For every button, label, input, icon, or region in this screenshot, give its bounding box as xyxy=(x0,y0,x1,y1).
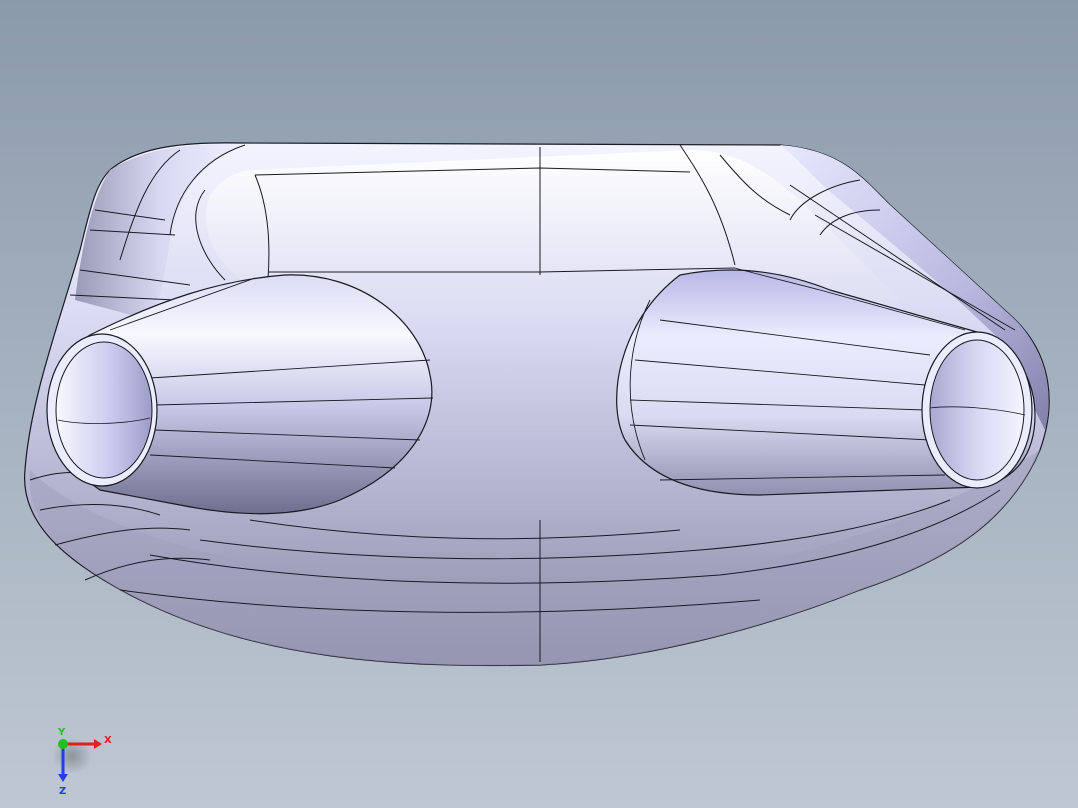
orientation-triad[interactable]: X Y Z xyxy=(50,726,120,796)
y-axis-dot xyxy=(58,739,68,749)
left-nozzle-bore[interactable] xyxy=(55,341,153,479)
y-axis-label: Y xyxy=(57,727,66,738)
right-nozzle-bore[interactable] xyxy=(929,339,1025,481)
z-axis-label: Z xyxy=(59,786,66,796)
x-axis-arrowhead xyxy=(94,739,102,749)
z-axis-arrowhead xyxy=(58,774,68,782)
cad-3d-viewport[interactable] xyxy=(0,0,1078,808)
x-axis-label: X xyxy=(104,735,112,746)
